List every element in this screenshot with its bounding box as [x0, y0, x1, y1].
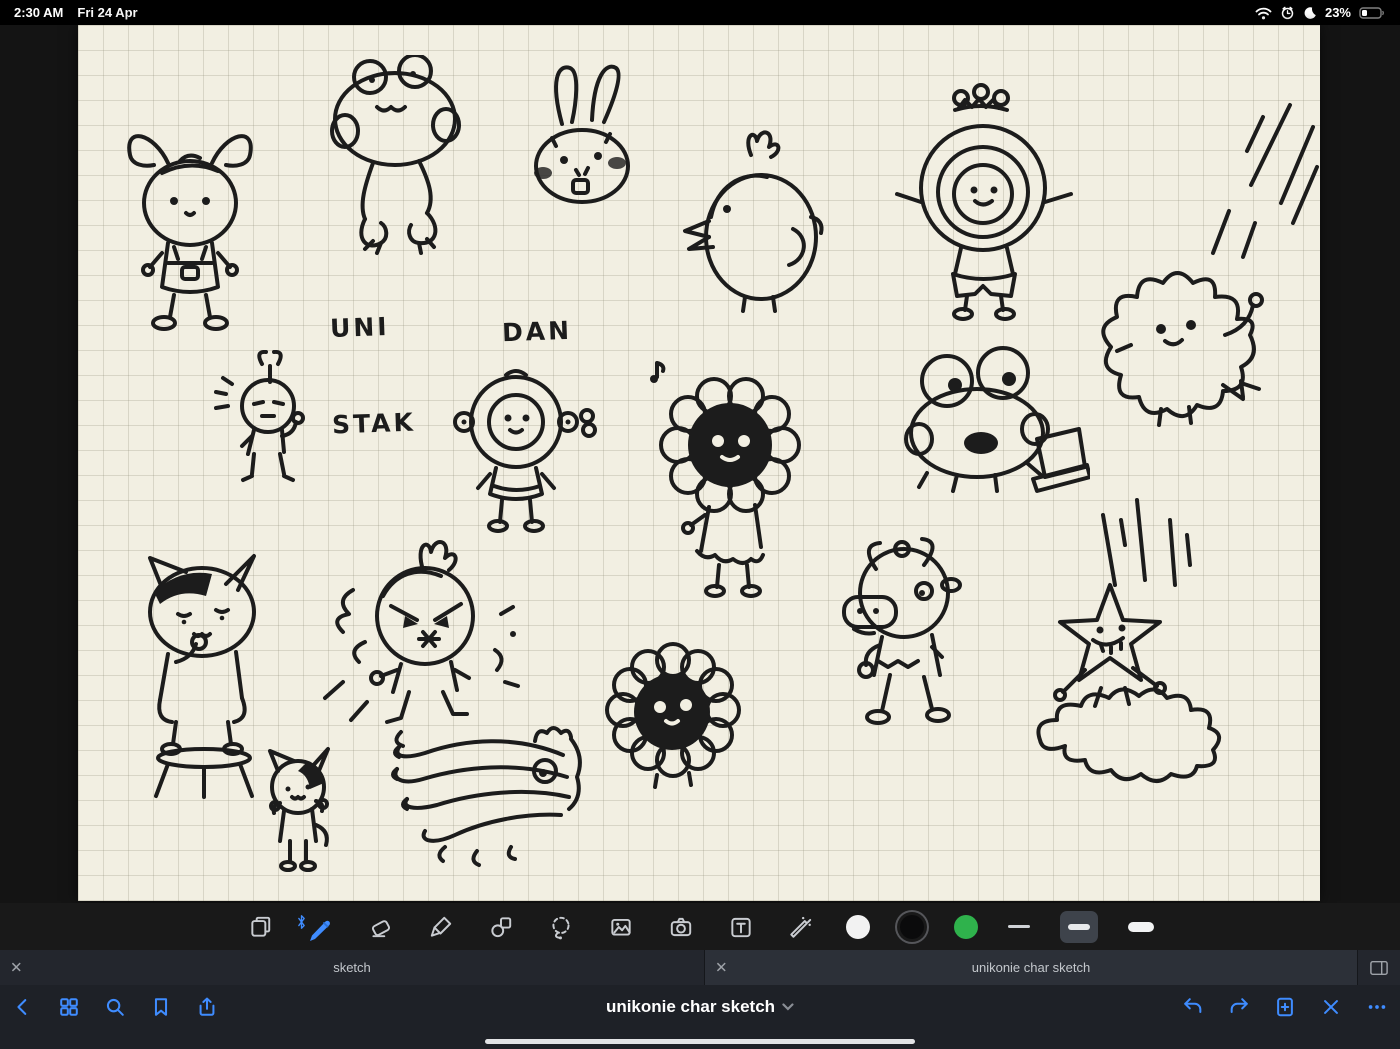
alarm-icon — [1280, 5, 1295, 20]
doodle-vertical-dashes — [1085, 485, 1205, 595]
close-icon[interactable]: ✕ — [10, 960, 23, 975]
doodle-fluff-ball — [573, 625, 773, 800]
thumbnails-button[interactable] — [58, 996, 80, 1018]
doodle-diver — [440, 360, 600, 540]
doodle-frog — [315, 55, 485, 270]
wifi-icon — [1255, 6, 1272, 20]
tab-unikonie-char-sketch[interactable]: ✕ unikonie char sketch — [705, 950, 1358, 985]
text-button[interactable] — [726, 912, 756, 942]
bottom-navigation-bar: unikonie char sketch — [0, 985, 1400, 1049]
page-flip-button[interactable] — [246, 912, 276, 942]
bluetooth-icon — [296, 914, 307, 930]
tab-sketch[interactable]: ✕ sketch — [0, 950, 705, 985]
color-swatch-green[interactable] — [954, 915, 978, 939]
stylus-button[interactable] — [786, 912, 816, 942]
camera-button[interactable] — [666, 912, 696, 942]
split-view-button[interactable] — [1358, 950, 1400, 985]
doodle-laptop-frog — [885, 345, 1090, 535]
bookmark-button[interactable] — [150, 996, 172, 1018]
status-date: Fri 24 Apr — [77, 5, 137, 20]
document-title-dropdown[interactable]: unikonie char sketch — [606, 997, 794, 1017]
close-icon[interactable]: ✕ — [715, 960, 728, 975]
canvas-paper[interactable]: UNI STAK DAN — [78, 25, 1320, 901]
back-button[interactable] — [12, 996, 34, 1018]
canvas-area: UNI STAK DAN — [0, 25, 1400, 903]
shapes-button[interactable] — [486, 912, 516, 942]
doodle-star-kid — [1005, 570, 1255, 795]
tab-label: sketch — [333, 960, 371, 975]
home-indicator[interactable] — [485, 1039, 915, 1045]
redo-button[interactable] — [1228, 996, 1250, 1018]
color-swatch-black[interactable] — [900, 915, 924, 939]
stroke-medium-button[interactable] — [1060, 911, 1098, 943]
doodle-small-cat — [248, 745, 353, 890]
drawing-toolbar — [0, 903, 1400, 950]
more-options-button[interactable] — [1366, 996, 1388, 1018]
doodle-bunny — [510, 60, 650, 235]
moon-icon — [1303, 6, 1317, 20]
doodle-viking-bunny — [110, 115, 270, 345]
chevron-down-icon — [782, 998, 794, 1016]
status-bar: 2:30 AM Fri 24 Apr 23% — [0, 0, 1400, 25]
undo-button[interactable] — [1182, 996, 1204, 1018]
battery-icon — [1359, 6, 1386, 20]
doodle-swirl-creature — [385, 715, 590, 885]
stroke-thin-button[interactable] — [1008, 925, 1030, 928]
canvas-label-dan: DAN — [502, 316, 573, 347]
tab-label: unikonie char sketch — [972, 960, 1091, 975]
document-title: unikonie char sketch — [606, 997, 775, 1017]
bluetooth-pen-button[interactable] — [306, 912, 336, 942]
share-button[interactable] — [196, 996, 218, 1018]
search-button[interactable] — [104, 996, 126, 1018]
battery-percent: 23% — [1325, 5, 1351, 20]
stroke-thick-button[interactable] — [1128, 922, 1154, 932]
doodle-wrench-guy — [210, 350, 335, 530]
image-button[interactable] — [606, 912, 636, 942]
doodle-mane-creature — [635, 355, 825, 605]
close-document-button[interactable] — [1320, 996, 1342, 1018]
doodle-ox-kid — [820, 535, 995, 750]
marker-button[interactable] — [426, 912, 456, 942]
doodle-crowned-egg — [885, 80, 1085, 325]
status-time: 2:30 AM — [14, 5, 63, 20]
canvas-label-stak: STAK — [332, 408, 417, 440]
add-page-button[interactable] — [1274, 996, 1296, 1018]
eraser-button[interactable] — [366, 912, 396, 942]
document-tab-bar: ✕ sketch ✕ unikonie char sketch — [0, 950, 1400, 985]
color-swatch-white[interactable] — [846, 915, 870, 939]
doodle-chick — [675, 125, 835, 330]
canvas-label-uni: UNI — [330, 312, 391, 343]
doodle-motion-dashes — [1185, 95, 1320, 265]
lasso-button[interactable] — [546, 912, 576, 942]
